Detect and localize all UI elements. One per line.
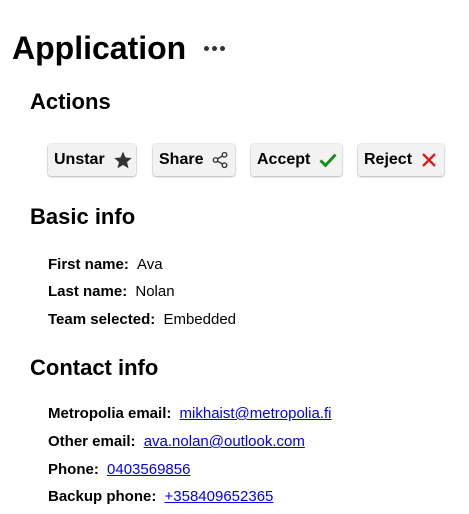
last-name-value: Nolan (135, 283, 175, 300)
metropolia-email-row: Metropolia email: mikhaist@metropolia.fi (48, 404, 331, 424)
close-icon (420, 151, 438, 169)
team-selected-value: Embedded (163, 311, 237, 328)
accept-button-label: Accept (257, 151, 311, 168)
phone-row: Phone: 0403569856 (48, 460, 190, 480)
share-button[interactable]: Share (153, 144, 235, 176)
last-name-label: Last name: (48, 283, 128, 300)
other-email-label: Other email: (48, 433, 136, 450)
backup-phone-label: Backup phone: (48, 488, 157, 505)
metropolia-email-label: Metropolia email: (48, 405, 172, 422)
reject-button-label: Reject (364, 151, 413, 168)
other-email-row: Other email: ava.nolan@outlook.com (48, 432, 305, 452)
basic-info-heading: Basic info (30, 204, 136, 229)
contact-info-heading: Contact info (30, 355, 159, 380)
last-name-row: Last name: Nolan (48, 282, 175, 302)
page-title: Application (12, 30, 187, 66)
first-name-value: Ava (137, 256, 163, 273)
backup-phone-link[interactable]: +358409652365 (165, 488, 274, 505)
share-button-label: Share (159, 151, 204, 168)
actions-heading: Actions (30, 89, 111, 114)
phone-label: Phone: (48, 461, 99, 478)
reject-button[interactable]: Reject (358, 144, 444, 176)
star-icon (113, 150, 133, 170)
unstar-button[interactable]: Unstar (48, 144, 136, 176)
share-icon (211, 151, 229, 169)
unstar-button-label: Unstar (54, 151, 105, 168)
metropolia-email-link[interactable]: mikhaist@metropolia.fi (180, 405, 332, 422)
first-name-label: First name: (48, 256, 129, 273)
first-name-row: First name: Ava (48, 255, 163, 275)
team-selected-row: Team selected: Embedded (48, 310, 236, 330)
app-header: Application (12, 28, 227, 68)
accept-button[interactable]: Accept (251, 144, 342, 176)
more-horizontal-icon[interactable] (202, 42, 227, 55)
checkmark-icon (318, 150, 338, 170)
other-email-link[interactable]: ava.nolan@outlook.com (144, 433, 305, 450)
team-selected-label: Team selected: (48, 311, 156, 328)
backup-phone-row: Backup phone: +358409652365 (48, 487, 273, 507)
phone-link[interactable]: 0403569856 (107, 461, 190, 478)
